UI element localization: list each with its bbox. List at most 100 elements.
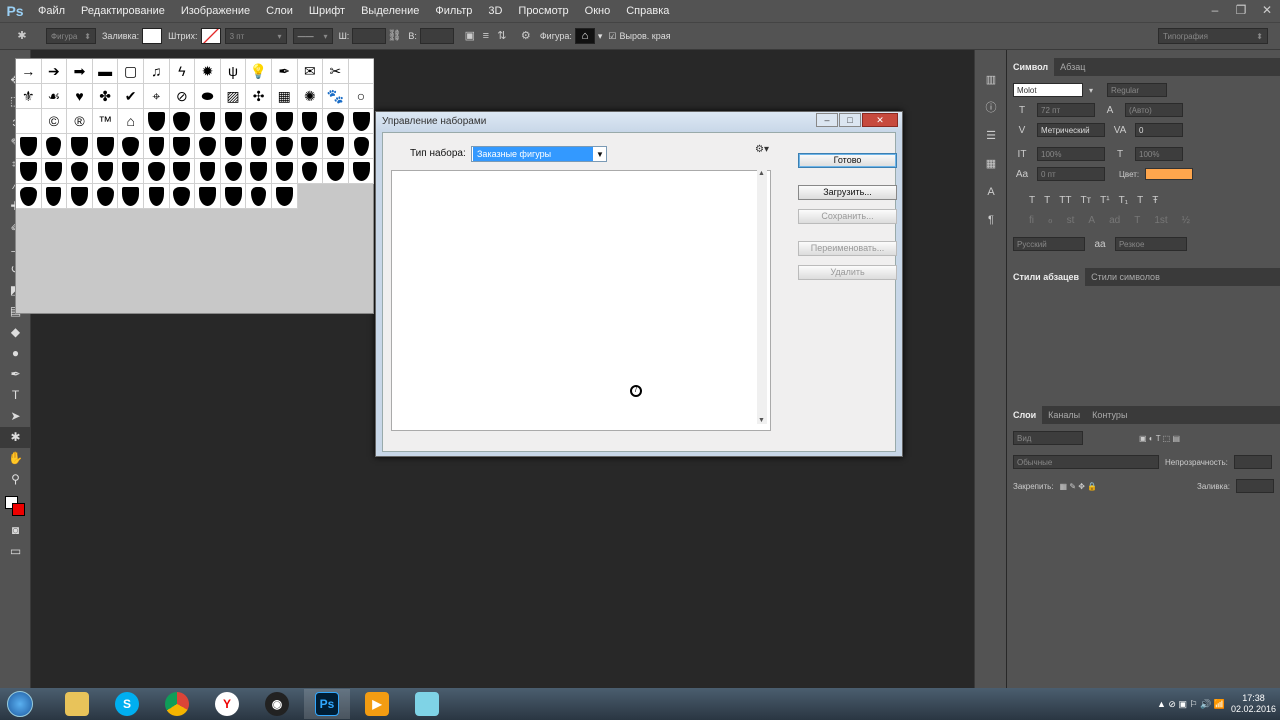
background-color[interactable] — [12, 503, 25, 516]
custom-shape-tool-icon[interactable]: ✱ — [14, 28, 30, 44]
dialog-minimize-button[interactable]: – — [816, 113, 838, 127]
preset-shape-cell[interactable] — [348, 159, 375, 184]
load-button[interactable]: Загрузить... — [798, 185, 897, 200]
preset-shape-cell[interactable] — [16, 134, 42, 159]
preset-shape-cell[interactable] — [297, 109, 324, 134]
restore-icon[interactable]: ❐ — [1228, 0, 1254, 20]
kerning-field[interactable]: Метрический — [1037, 123, 1105, 137]
lock-icons[interactable]: ▦ ✎ ✥ 🔒 — [1060, 482, 1098, 491]
preset-scrollbar[interactable]: ▲ ▼ — [757, 170, 767, 424]
preset-shape-cell[interactable] — [67, 134, 93, 159]
stroke-size-select[interactable]: 3 пт ▾ — [224, 28, 287, 44]
tray-icons[interactable]: ▲ ⊘ ▣ ⚐ 🔊 📶 — [1157, 699, 1225, 710]
tab-channels[interactable]: Каналы — [1042, 406, 1086, 424]
subscript-icon[interactable]: T₁ — [1119, 195, 1128, 206]
tab-character[interactable]: Символ — [1007, 58, 1055, 76]
taskbar-chrome[interactable] — [154, 689, 200, 719]
preset-shape-cell[interactable] — [271, 109, 298, 134]
preset-shape-cell[interactable] — [169, 159, 196, 184]
text-color-swatch[interactable] — [1145, 168, 1194, 180]
preset-shape-cell[interactable]: ™ — [92, 109, 119, 134]
menu-filter[interactable]: Фильтр — [427, 0, 480, 22]
scroll-up-icon[interactable]: ▲ — [758, 170, 765, 177]
zoom-tool-icon[interactable]: ⚲ — [0, 469, 31, 490]
gear-icon[interactable]: ⚙▾ — [755, 144, 769, 155]
faux-italic-icon[interactable]: T — [1044, 195, 1050, 206]
preset-shape-cell[interactable] — [67, 159, 93, 184]
preset-shape-cell[interactable] — [220, 109, 247, 134]
preset-shape-cell[interactable] — [118, 184, 144, 209]
stroke-swatch[interactable] — [200, 28, 221, 44]
close-icon[interactable]: ✕ — [1254, 0, 1280, 20]
swash-icon[interactable]: st — [1067, 215, 1075, 226]
preset-shape-cell[interactable]: ψ — [220, 59, 247, 84]
preset-shape-cell[interactable] — [143, 109, 170, 134]
preset-shape-cell[interactable]: ✉ — [297, 59, 324, 84]
blend-mode-select[interactable]: Обычные — [1013, 455, 1159, 469]
clock[interactable]: 17:38 02.02.2016 — [1231, 693, 1276, 715]
type-tool-icon[interactable]: T — [0, 385, 31, 406]
menu-layers[interactable]: Слои — [258, 0, 301, 22]
rename-button[interactable]: Переименовать... — [798, 241, 897, 256]
preset-shape-cell[interactable] — [195, 134, 221, 159]
preset-shape-cell[interactable]: © — [41, 109, 68, 134]
taskbar-yandex[interactable]: Y — [204, 689, 250, 719]
preset-shape-cell[interactable] — [271, 134, 298, 159]
menu-select[interactable]: Выделение — [353, 0, 427, 22]
taskbar-skype[interactable]: S — [104, 689, 150, 719]
shape-picker[interactable]: ⌂ — [574, 28, 595, 44]
horizontal-scale-field[interactable]: 100% — [1135, 147, 1183, 161]
faux-bold-icon[interactable]: T — [1029, 195, 1035, 206]
opacity-field[interactable] — [1233, 455, 1272, 469]
all-caps-icon[interactable]: TT — [1059, 195, 1071, 206]
preset-shape-cell[interactable]: ♫ — [143, 59, 170, 84]
hand-tool-icon[interactable]: ✋ — [0, 448, 31, 469]
preset-shape-cell[interactable]: ➡ — [67, 59, 93, 84]
preset-shape-cell[interactable]: ✤ — [92, 84, 119, 109]
menu-help[interactable]: Справка — [618, 0, 677, 22]
preset-shape-cell[interactable] — [92, 159, 119, 184]
paragraph-panel-icon[interactable]: ¶ — [983, 212, 999, 228]
preset-shape-cell[interactable] — [246, 159, 272, 184]
quick-mask-icon[interactable]: ◙ — [0, 520, 31, 541]
stylistic-alternates-icon[interactable]: A — [1088, 215, 1095, 226]
preset-shape-cell[interactable]: ⌂ — [118, 109, 144, 134]
fractions-icon[interactable]: 1st — [1154, 215, 1167, 226]
taskbar-notes[interactable] — [404, 689, 450, 719]
menu-edit[interactable]: Редактирование — [73, 0, 173, 22]
taskbar-media[interactable]: ▶ — [354, 689, 400, 719]
font-family-field[interactable]: Molot — [1013, 83, 1083, 97]
preset-shape-cell[interactable] — [271, 184, 298, 209]
preset-shape-cell[interactable] — [118, 134, 144, 159]
superscript-icon[interactable]: T¹ — [1100, 195, 1109, 206]
font-size-field[interactable]: 72 пт — [1037, 103, 1095, 117]
preset-shape-cell[interactable] — [92, 184, 119, 209]
delete-button[interactable]: Удалить — [798, 265, 897, 280]
info-icon[interactable]: ⓘ — [983, 100, 999, 116]
preset-shape-cell[interactable] — [323, 159, 349, 184]
preset-shape-cell[interactable] — [41, 134, 68, 159]
tab-character-styles[interactable]: Стили символов — [1085, 268, 1166, 286]
workspace-select[interactable]: Типография ⬍ — [1158, 28, 1268, 44]
ligature-icon[interactable]: fi — [1029, 215, 1034, 226]
path-alignment-icon[interactable]: ≡ — [478, 28, 494, 44]
preset-shape-cell[interactable] — [323, 134, 349, 159]
preset-shape-cell[interactable] — [143, 134, 170, 159]
preset-shape-cell[interactable] — [143, 184, 170, 209]
height-input[interactable] — [419, 28, 454, 44]
menu-view[interactable]: Просмотр — [510, 0, 576, 22]
preset-shape-cell[interactable] — [220, 184, 247, 209]
preset-shape-cell[interactable] — [16, 184, 42, 209]
path-select-tool-icon[interactable]: ➤ — [0, 406, 31, 427]
width-input[interactable] — [352, 28, 387, 44]
shape-tool-icon[interactable]: ✱ — [0, 427, 31, 448]
preset-shape-cell[interactable] — [92, 134, 119, 159]
anti-alias-field[interactable]: Резкое — [1115, 237, 1187, 251]
preset-shape-cell[interactable] — [41, 184, 68, 209]
preset-shape-cell[interactable] — [348, 59, 375, 84]
language-field[interactable]: Русский — [1013, 237, 1085, 251]
swatches-icon[interactable]: ▦ — [983, 156, 999, 172]
titling-icon[interactable]: ad — [1109, 215, 1120, 226]
dialog-close-button[interactable]: ✕ — [862, 113, 898, 127]
leading-field[interactable]: (Авто) — [1125, 103, 1183, 117]
